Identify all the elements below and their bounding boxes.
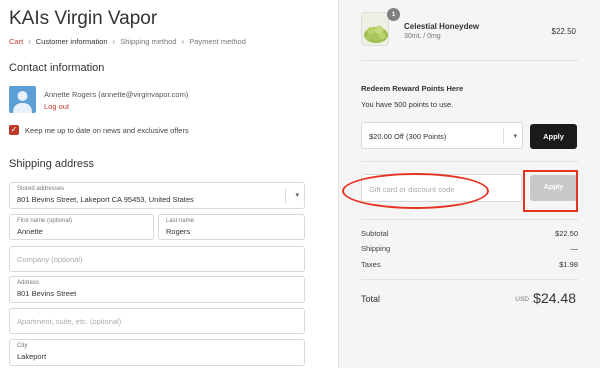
total-label: Total <box>361 294 381 304</box>
subtotal-label: Subtotal <box>361 229 389 238</box>
store-title[interactable]: KAIs Virgin Vapor <box>9 8 157 30</box>
rewards-apply-button[interactable]: Apply <box>530 124 577 149</box>
chevron-right-icon: › <box>28 37 31 46</box>
stored-addresses-value: 801 Bevins Street, Lakeport CA 95453, Un… <box>17 195 194 204</box>
select-divider <box>503 128 504 144</box>
city-value: Lakeport <box>17 352 47 361</box>
divider <box>361 161 578 162</box>
chevron-right-icon: › <box>181 37 185 46</box>
product-price: $22.50 <box>551 27 576 36</box>
divider <box>361 60 578 61</box>
city-label: City <box>17 343 28 349</box>
total-value: $24.48 <box>533 290 576 306</box>
shipping-heading: Shipping address <box>9 158 95 170</box>
first-name-value: Annette <box>17 227 43 236</box>
breadcrumb: Cart › Customer information › Shipping m… <box>9 37 246 46</box>
divider <box>361 219 578 220</box>
breadcrumb-payment-method: Payment method <box>189 37 246 46</box>
product-thumbnail <box>361 12 389 46</box>
product-name: Celestial Honeydew <box>404 22 480 31</box>
chevron-down-icon: ▾ <box>295 192 299 199</box>
address-value: 801 Bevins Street <box>17 289 77 298</box>
last-name-field[interactable]: Last name Rogers <box>158 214 305 240</box>
product-variant: 30mL / 0mg <box>404 33 441 40</box>
contact-heading: Contact information <box>9 62 105 74</box>
first-name-label: First name (optional) <box>17 218 73 224</box>
city-field[interactable]: City Lakeport <box>9 339 305 366</box>
rewards-select[interactable]: $20.00 Off (300 Points) ▾ <box>361 122 523 149</box>
select-divider <box>285 188 286 204</box>
shipping-label: Shipping <box>361 244 391 253</box>
stored-addresses-select[interactable]: Stored addresses 801 Bevins Street, Lake… <box>9 182 305 209</box>
avatar-icon <box>9 86 36 113</box>
taxes-label: Taxes <box>361 260 381 269</box>
last-name-value: Rogers <box>166 227 191 236</box>
newsletter-label: Keep me up to date on news and exclusive… <box>25 126 189 135</box>
total-currency: USD <box>515 296 529 303</box>
rewards-points: You have 500 points to use. <box>361 100 454 109</box>
chevron-down-icon: ▾ <box>513 133 517 140</box>
checkmark-icon: ✓ <box>10 125 18 134</box>
last-name-label: Last name <box>166 218 195 224</box>
breadcrumb-customer-information: Customer information <box>35 37 108 46</box>
breadcrumb-cart[interactable]: Cart <box>9 37 23 46</box>
apartment-placeholder: Apartment, suite, etc. (optional) <box>17 317 122 326</box>
address-field[interactable]: Address 801 Bevins Street <box>9 276 305 303</box>
newsletter-checkbox[interactable]: ✓ <box>9 125 19 135</box>
subtotal-value: $22.50 <box>555 229 578 238</box>
rewards-heading: Redeem Reward Points Here <box>361 84 464 93</box>
logout-link[interactable]: Log out <box>44 102 69 111</box>
first-name-field[interactable]: First name (optional) Annette <box>9 214 154 240</box>
chevron-right-icon: › <box>112 37 116 46</box>
rewards-selected-option: $20.00 Off (300 Points) <box>369 132 447 141</box>
apartment-field[interactable]: Apartment, suite, etc. (optional) <box>9 308 305 334</box>
account-name: Annette Rogers (annette@virginvapor.com) <box>44 90 189 99</box>
divider <box>361 279 578 280</box>
quantity-badge: 1 <box>387 8 400 21</box>
annotation-rectangle <box>523 170 578 212</box>
breadcrumb-shipping-method: Shipping method <box>120 37 177 46</box>
order-summary: 1 Celestial Honeydew 30mL / 0mg $22.50 R… <box>338 0 600 368</box>
checkout-main: KAIs Virgin Vapor Cart › Customer inform… <box>0 0 338 368</box>
shipping-value: — <box>570 244 579 253</box>
company-field[interactable]: Company (optional) <box>9 246 305 272</box>
stored-addresses-label: Stored addresses <box>17 186 65 192</box>
company-placeholder: Company (optional) <box>17 255 83 264</box>
address-label: Address <box>17 280 40 286</box>
taxes-value: $1.98 <box>559 260 578 269</box>
annotation-ellipse <box>342 173 489 209</box>
